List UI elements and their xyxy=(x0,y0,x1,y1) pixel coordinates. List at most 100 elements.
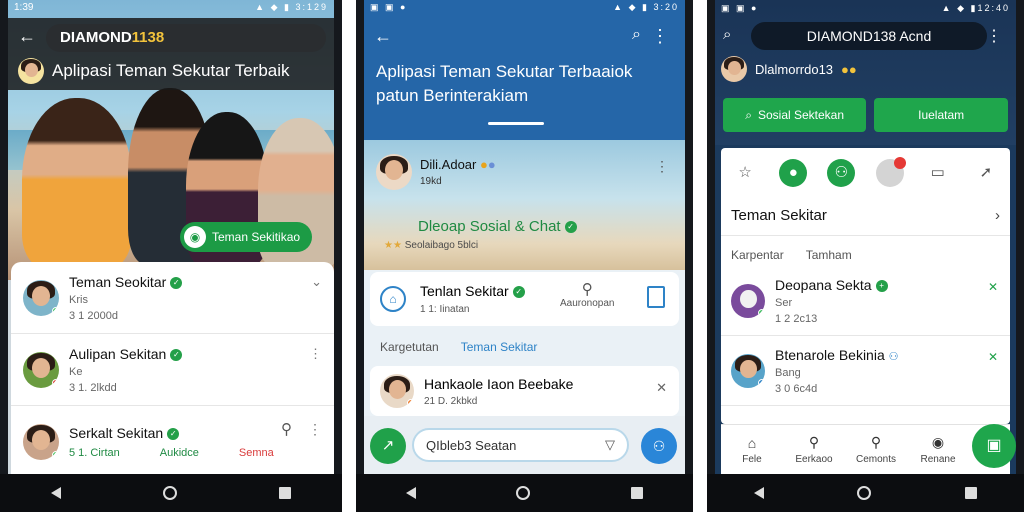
avatar xyxy=(23,351,59,388)
phone-3: ⌕ DIAMOND138 Acnd ⋮ Dlalmorrdo13 ●● ▣ ▣ ●… xyxy=(707,0,1024,512)
list-item[interactable]: Teman Seokitar ✓ Kris 3 1 2000d ⌄ xyxy=(11,262,334,334)
profile-name: Dili.Adoar xyxy=(420,157,477,172)
contact-name: Serkalt Sekitan xyxy=(69,424,164,441)
phone-2: ← ⌕ ⋮ Aplipasi Teman Sekutar Terbaaiok p… xyxy=(356,0,693,512)
brand-title: DIAMOND1138 xyxy=(46,24,326,52)
share-icon[interactable]: ➚ xyxy=(972,159,1000,187)
share-button[interactable]: ↗ xyxy=(370,428,406,464)
list-item[interactable]: Btenarole Bekinia ⚇ Bang 3 0 6c4d ✕ xyxy=(721,336,1010,406)
more-vertical-icon[interactable]: ⋮ xyxy=(651,26,669,47)
status-time: 1:39 xyxy=(14,1,34,13)
nav-back-icon[interactable] xyxy=(51,487,61,499)
emoji-icon: ● xyxy=(479,157,488,172)
nearby-sheet: ☆ ● ⚇ ▭ ➚ Teman Sekitar › Karpentar Tamh… xyxy=(721,148,1010,424)
person-icon[interactable]: ⚲ xyxy=(281,420,292,438)
quick-actions: ☆ ● ⚇ ▭ ➚ xyxy=(721,150,1010,196)
search-input[interactable]: QIbleb3 Seatan ▽ xyxy=(412,428,629,462)
avatar xyxy=(23,423,59,460)
profile-header[interactable]: Dlalmorrdo13 ●● xyxy=(721,56,857,82)
tab-teman-sekitar[interactable]: Teman Sekitar xyxy=(461,340,538,354)
friend-list: Teman Seokitar ✓ Kris 3 1 2000d ⌄ Aulipan… xyxy=(11,262,334,474)
record-icon: ◉ xyxy=(931,434,945,450)
close-icon[interactable]: ✕ xyxy=(656,380,667,396)
tab-comments[interactable]: ⚲ Cemonts xyxy=(845,434,907,465)
nav-recents-icon[interactable] xyxy=(279,487,291,499)
system-nav-bar xyxy=(0,474,342,512)
card-sub: 1 1: Iinatan xyxy=(420,304,470,315)
more-vertical-icon[interactable]: ⋮ xyxy=(309,346,322,362)
social-button[interactable]: ⌕ Sosial Sektekan xyxy=(723,98,867,132)
tab-karpentar[interactable]: Karpentar xyxy=(731,248,784,262)
secondary-button[interactable]: Iuelatam xyxy=(874,98,1008,132)
emoji-icon: ●● xyxy=(841,61,857,77)
tab-explore[interactable]: ⚲ Eerkaoo xyxy=(783,434,845,465)
stars-icon: ★★ xyxy=(384,240,405,251)
contact-name: Btenarole Bekinia xyxy=(775,346,885,363)
nav-back-icon[interactable] xyxy=(753,487,764,499)
search-icon[interactable]: ⌕ xyxy=(632,26,641,44)
tab-home[interactable]: ⌂ Fele xyxy=(721,435,783,465)
system-nav-bar xyxy=(707,474,1024,512)
online-indicator xyxy=(52,450,59,459)
verified-icon: ✓ xyxy=(167,427,180,440)
more-vertical-icon[interactable]: ⋮ xyxy=(308,421,322,438)
back-arrow-icon[interactable]: ← xyxy=(374,26,392,47)
tab-tamham[interactable]: Tamham xyxy=(806,248,852,262)
people-icon[interactable]: ⚇ xyxy=(827,159,856,187)
home-icon: ⌂ xyxy=(747,434,757,451)
profile-header[interactable]: Dili.Adoar ●● 19kd xyxy=(376,154,496,190)
back-arrow-icon[interactable]: ← xyxy=(18,26,36,47)
tab-bar: Karpentar Tamham xyxy=(721,236,1010,266)
star-icon[interactable]: ☆ xyxy=(731,159,759,187)
people-button[interactable]: ⚇ xyxy=(641,428,677,464)
tab-kargetutan[interactable]: Kargetutan xyxy=(380,340,439,354)
person-1 xyxy=(22,98,132,268)
list-item[interactable]: Aulipan Sekitan ✓ Ke 3 1. 2lkdd ⋮ xyxy=(11,334,334,406)
user-icon[interactable]: ● xyxy=(779,159,808,187)
message-icon[interactable]: ▭ xyxy=(924,159,952,187)
phone-1-screen: 1:39 ▲ ◆ ▮ 3:129 ← DIAMOND1138 Aplipasi … xyxy=(8,0,334,474)
close-icon[interactable]: ✕ xyxy=(988,280,998,294)
document-icon[interactable] xyxy=(647,286,665,308)
nav-recents-icon[interactable] xyxy=(630,487,643,499)
list-item[interactable]: Serkalt Sekitan ✓ 5 1. Cirtan Aukidce Sem… xyxy=(11,406,334,474)
list-item[interactable]: Deopana Sekta + Ser 1 2 2c13 ✕ xyxy=(721,266,1010,336)
bottom-tab-bar: ⌂ Fele ⚲ Eerkaoo ⚲ Cemonts ◉ Renane xyxy=(721,424,1010,474)
contact-meta: 3 1. 2lkdd xyxy=(69,381,117,394)
status-clock: 3:129 xyxy=(295,1,328,12)
nav-home-icon[interactable] xyxy=(163,486,177,500)
nav-home-icon[interactable] xyxy=(857,486,872,500)
avatar[interactable] xyxy=(18,58,44,84)
contact-meta: 21 D. 2kbkd xyxy=(424,395,478,407)
filter-icon[interactable]: ▽ xyxy=(605,437,615,453)
row-link-2[interactable]: Aukidce xyxy=(160,447,199,459)
row-link-3[interactable]: Semna xyxy=(239,447,274,459)
tab-bar: Kargetutan Teman Sekitar xyxy=(380,340,537,354)
compose-button[interactable]: ▣ xyxy=(972,424,1016,468)
teman-sekitar-chip[interactable]: ◉ Teman Sekitikao xyxy=(180,222,313,252)
search-icon: ⌕ xyxy=(745,107,752,122)
contact-sub: Kris xyxy=(69,293,88,306)
status-clock: 12:40 xyxy=(977,3,1010,13)
list-item[interactable]: Hankaole Iaon Beebake 21 D. 2kbkd ✕ xyxy=(370,366,679,416)
notification-icon[interactable] xyxy=(875,157,906,187)
nearby-card[interactable]: ⌂ Tenlan Sekitar ✓ 1 1: Iinatan ⚲ Aaurono… xyxy=(370,272,679,326)
tagline-sub: ★★ Seolaibago 5blci xyxy=(384,240,478,251)
section-header[interactable]: Teman Sekitar › xyxy=(721,196,1010,236)
chevron-down-icon[interactable]: ⌄ xyxy=(311,274,322,290)
card-action[interactable]: ⚲ Aauronopan xyxy=(560,280,615,309)
status-icons-left: ▣ ▣ ● xyxy=(721,2,759,13)
tab-profile[interactable]: ◉ Renane xyxy=(907,434,969,465)
brand-accent: 1138 xyxy=(131,29,165,46)
nav-home-icon[interactable] xyxy=(516,486,531,500)
online-indicator xyxy=(52,306,59,315)
nav-recents-icon[interactable] xyxy=(965,487,978,499)
close-icon[interactable]: ✕ xyxy=(988,350,998,364)
nav-back-icon[interactable] xyxy=(406,487,417,499)
more-vertical-icon[interactable]: ⋮ xyxy=(655,158,669,175)
contact-name: Teman Seokitar xyxy=(69,273,167,290)
tab-label: Renane xyxy=(920,454,956,465)
row-link-1[interactable]: 5 1. Cirtan xyxy=(69,447,120,459)
social-button-label: Sosial Sektekan xyxy=(757,108,845,122)
contact-meta: 1 2 2c13 xyxy=(775,312,818,325)
